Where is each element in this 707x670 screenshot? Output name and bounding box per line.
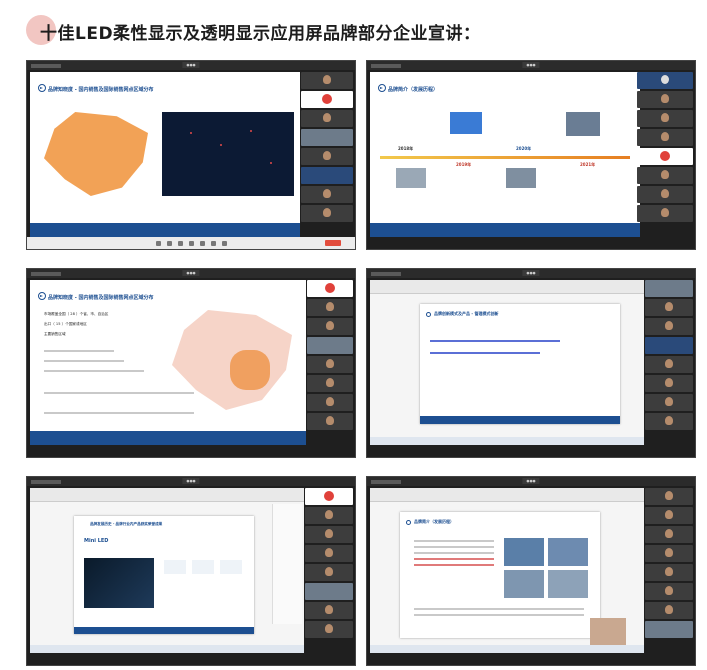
bullet-1: 市场覆盖全国（ 28 ）个省、市、自治区 — [44, 312, 109, 316]
slide-title: 品牌简介（发展历程） — [388, 87, 439, 93]
end-meeting-button[interactable] — [325, 240, 341, 246]
year-2019: 2019年 — [456, 162, 472, 167]
slide-title: 品牌简介（发展历程） — [414, 519, 454, 524]
participant-panel — [307, 280, 353, 443]
presentation-slide: 品牌知晓度 - 国内销售及国际销售网点区域分布 市场覆盖全国（ 28 ）个省、市… — [30, 280, 306, 445]
product-name: Mini LED — [84, 538, 109, 544]
year-2020: 2020年 — [516, 146, 532, 151]
meeting-screenshot-3: ●●● 品牌知晓度 - 国内销售及国际销售网点区域分布 市场覆盖全国（ 28 ）… — [26, 268, 356, 458]
arrow-icon — [38, 84, 46, 92]
world-map — [162, 112, 294, 196]
slide-page: 品牌发展历史 - 品牌行业内产品获奖荣誉成果 Mini LED — [74, 516, 254, 634]
arrow-icon — [378, 84, 386, 92]
slide-footer-band — [30, 223, 300, 237]
year-2018: 2018年 — [398, 146, 414, 151]
arrow-icon — [38, 292, 46, 300]
presentation-editor: 品牌简介（发展历程） — [370, 488, 644, 653]
taskbar — [370, 437, 644, 445]
meeting-toolbar — [27, 237, 355, 249]
participant-panel — [305, 488, 353, 651]
presentation-slide: 品牌简介（发展历程） 2018年 2019年 2020年 2021年 — [370, 72, 640, 237]
presentation-editor: 品牌发展历史 - 品牌行业内产品获奖荣誉成果 Mini LED — [30, 488, 304, 653]
editor-ribbon — [370, 280, 644, 294]
meeting-screenshot-4: ●●● 品牌创新模式及产品 - 管理模式创新 — [366, 268, 696, 458]
participant-panel — [637, 72, 693, 235]
meeting-screenshot-1: ●●● 品牌知晓度 - 国内销售及国际销售网点区域分布 — [26, 60, 356, 250]
year-2021: 2021年 — [580, 162, 596, 167]
china-map — [44, 112, 148, 196]
bullet-2: 出口（ 15 ）个国家或地区 — [44, 322, 87, 326]
slide-title: 品牌发展历史 - 品牌行业内产品获奖荣誉成果 — [90, 522, 163, 526]
participant-panel — [645, 488, 693, 651]
presentation-slide: 品牌知晓度 - 国内销售及国际销售网点区域分布 — [30, 72, 300, 237]
presentation-editor: 品牌创新模式及产品 - 管理模式创新 — [370, 280, 644, 445]
page-header: 十佳LED柔性显示及透明显示应用屏品牌部分企业宣讲： — [26, 14, 481, 48]
bullet-3: 主要销售区域 — [44, 332, 66, 336]
slide-title: 品牌创新模式及产品 - 管理模式创新 — [434, 311, 499, 316]
slide-title: 品牌知晓度 - 国内销售及国际销售网点区域分布 — [48, 295, 154, 301]
meeting-screenshot-5: ●●● 品牌发展历史 - 品牌行业内产品获奖荣誉成果 Mini LED — [26, 476, 356, 666]
meeting-screenshot-6: ●●● 品牌简介（发展历程） — [366, 476, 696, 666]
product-image — [84, 558, 154, 608]
slide-page: 品牌创新模式及产品 - 管理模式创新 — [420, 304, 620, 424]
slide-title: 品牌知晓度 - 国内销售及国际销售网点区域分布 — [48, 87, 154, 93]
meeting-screenshot-2: ●●● 品牌简介（发展历程） 2018年 2019年 2020年 2021年 — [366, 60, 696, 250]
slide-page: 品牌简介（发展历程） — [400, 512, 600, 638]
participant-panel — [645, 280, 693, 443]
page-title: 十佳LED柔性显示及透明显示应用屏品牌部分企业宣讲： — [40, 23, 481, 44]
participant-panel — [301, 72, 353, 235]
window-titlebar: ●●● — [27, 61, 355, 70]
timeline-line — [380, 156, 630, 159]
